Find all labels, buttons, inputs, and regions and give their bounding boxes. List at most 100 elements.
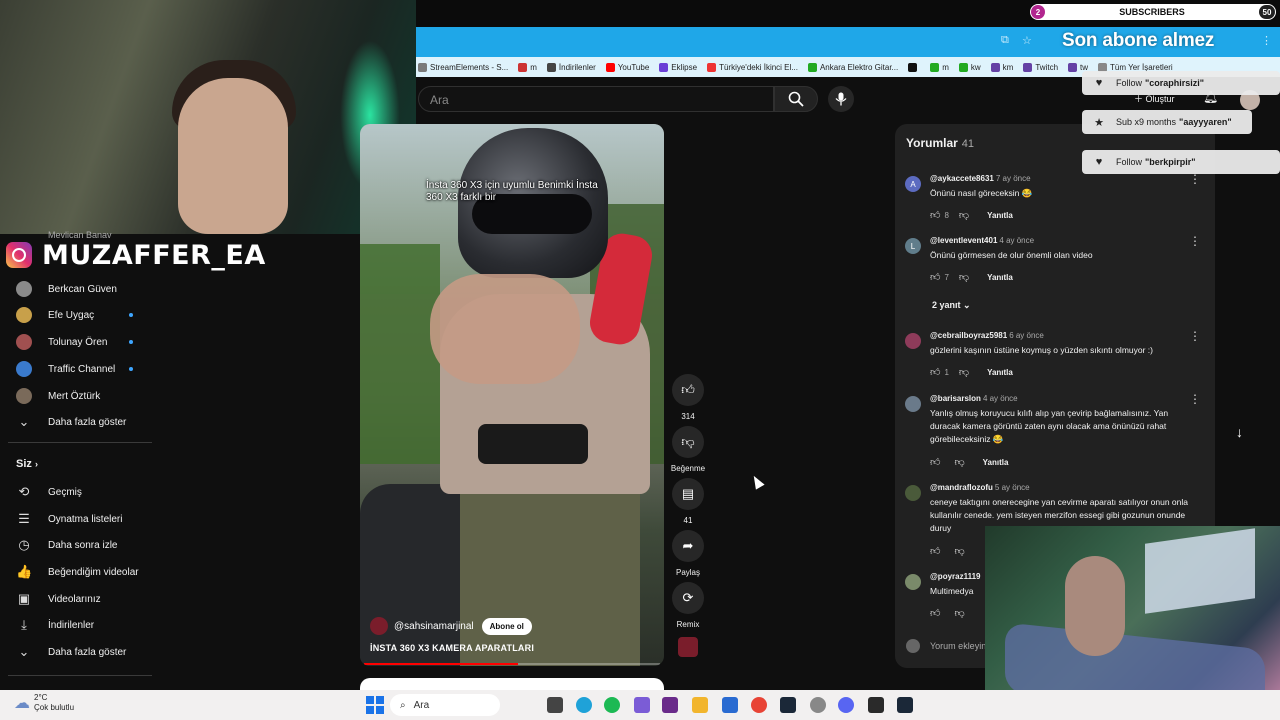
weather-desc: Çok bulutlu: [34, 703, 75, 712]
commenter-avatar[interactable]: [905, 333, 921, 349]
you-section-link[interactable]: Siz ›: [16, 458, 38, 470]
reply-button[interactable]: Yanıtla: [987, 273, 1013, 282]
share-button[interactable]: ➦: [672, 530, 704, 562]
install-icon[interactable]: ⧉: [1001, 34, 1009, 47]
comment-menu-icon[interactable]: ⋮: [1189, 329, 1201, 343]
sidebar-item[interactable]: ⤓ İndirilenler: [16, 612, 156, 638]
commenter-handle[interactable]: @aykaccete8631 7 ay önce: [930, 174, 1031, 183]
subscription-label: Berkcan Güven: [48, 283, 117, 295]
reply-button[interactable]: Yanıtla: [987, 211, 1013, 220]
sidebar-item[interactable]: 👍 Beğendiğim videolar: [16, 559, 156, 585]
view-replies-button[interactable]: 2 yanıt ⌄: [932, 300, 971, 311]
commenter-handle[interactable]: @poyraz1119: [930, 572, 983, 581]
weather-widget[interactable]: ☁ 2°C Çok bulutlu: [14, 693, 74, 713]
sidebar-subscription[interactable]: Tolunay Ören: [16, 329, 156, 355]
app-icon-2[interactable]: [810, 697, 826, 713]
edge-icon[interactable]: [576, 697, 592, 713]
comment-like-icon[interactable]: 👍︎: [930, 366, 940, 378]
sidebar-subscription[interactable]: Berkcan Güven: [16, 276, 156, 302]
comment-dislike-icon[interactable]: 👎︎: [959, 209, 969, 221]
comment-dislike-icon[interactable]: 👎︎: [959, 366, 969, 378]
bookmark-item[interactable]: Twitch: [1023, 62, 1058, 72]
commenter-avatar[interactable]: [905, 396, 921, 412]
dislike-button[interactable]: 👎︎: [672, 426, 704, 458]
bookmark-item[interactable]: Ankara Elektro Gitar...: [807, 62, 898, 72]
comment-menu-icon[interactable]: ⋮: [1189, 172, 1201, 186]
bookmark-item[interactable]: İndirilenler: [546, 62, 596, 72]
sound-thumbnail[interactable]: [678, 637, 698, 657]
steam-icon-2[interactable]: [897, 697, 913, 713]
commenter-handle[interactable]: @mandraflozofu 5 ay önce: [930, 483, 1030, 492]
bookmark-favicon-icon: [990, 62, 1000, 72]
sidebar-item[interactable]: ☰ Oynatma listeleri: [16, 506, 156, 532]
sidebar-item[interactable]: ⟲ Geçmiş: [16, 479, 156, 505]
store-icon[interactable]: [722, 697, 738, 713]
browser-menu-icon[interactable]: ⋮: [1261, 34, 1272, 47]
comment-dislike-icon[interactable]: 👎︎: [954, 607, 964, 619]
bookmark-item[interactable]: km: [990, 62, 1013, 72]
sidebar-item[interactable]: ▣ Videolarınız: [16, 586, 156, 612]
comment-like-icon[interactable]: 👍︎: [930, 456, 940, 468]
reply-button[interactable]: Yanıtla: [987, 368, 1013, 377]
comments-button[interactable]: ▤: [672, 478, 704, 510]
bookmark-item[interactable]: YouTube: [605, 62, 649, 72]
comment-menu-icon[interactable]: ⋮: [1189, 392, 1201, 406]
bookmark-item[interactable]: Eklipse: [659, 62, 697, 72]
comment-dislike-icon[interactable]: 👎︎: [954, 545, 964, 557]
comment-like-icon[interactable]: 👍︎: [930, 545, 940, 557]
like-button[interactable]: 👍︎: [672, 374, 704, 406]
file-explorer-icon[interactable]: [692, 697, 708, 713]
snipping-icon[interactable]: [662, 697, 678, 713]
comment-dislike-icon[interactable]: 👎︎: [959, 271, 969, 283]
channel-name[interactable]: @sahsinamarjinal: [394, 621, 474, 632]
bookmark-item[interactable]: m: [518, 62, 537, 72]
start-button[interactable]: [366, 696, 384, 714]
commenter-avatar[interactable]: A: [905, 176, 921, 192]
bookmark-item[interactable]: [908, 62, 920, 72]
spotify-icon[interactable]: [604, 697, 620, 713]
task-view-icon[interactable]: [547, 697, 563, 713]
comment-like-icon[interactable]: 👍︎: [930, 271, 940, 283]
search-input[interactable]: Ara: [418, 86, 774, 112]
commenter-avatar[interactable]: [905, 485, 921, 501]
bookmark-item[interactable]: kw: [958, 62, 981, 72]
comment-text: Önünü nasıl göreceksin 😂: [930, 188, 1033, 198]
comment-like-icon[interactable]: 👍︎: [930, 607, 940, 619]
sidebar-subscription[interactable]: Mert Öztürk: [16, 383, 156, 409]
sidebar-subscription[interactable]: Efe Uygaç: [16, 302, 156, 328]
bookmark-item[interactable]: StreamElements - S...: [418, 62, 508, 72]
video-title[interactable]: İNSTA 360 X3 KAMERA APARATLARI: [370, 643, 534, 653]
show-more-library[interactable]: ⌄ Daha fazla göster: [16, 639, 156, 665]
remix-button[interactable]: ⟳: [672, 582, 704, 614]
subscribe-button[interactable]: Abone ol: [481, 617, 532, 635]
comment-like-icon[interactable]: 👍︎: [930, 209, 940, 221]
scroll-down-arrow-icon[interactable]: ↓: [1236, 424, 1243, 440]
discord-icon[interactable]: [838, 697, 854, 713]
video-progress-bar[interactable]: [364, 663, 660, 665]
videos-icon: ▣: [17, 591, 31, 606]
chrome-icon[interactable]: [751, 697, 767, 713]
comment-input[interactable]: Yorum ekleyin...: [906, 639, 994, 653]
bookmark-item[interactable]: m: [930, 62, 949, 72]
show-more-subscriptions[interactable]: ⌄ Daha fazla göster: [16, 409, 156, 435]
sidebar-subscription[interactable]: Traffic Channel: [16, 356, 156, 382]
app-icon[interactable]: [634, 697, 650, 713]
commenter-handle[interactable]: @barisarslon 4 ay önce: [930, 394, 1018, 403]
search-button[interactable]: [774, 86, 818, 112]
comment-dislike-icon[interactable]: 👎︎: [954, 456, 964, 468]
reply-button[interactable]: Yanıtla: [983, 458, 1009, 467]
commenter-handle[interactable]: @leventlevent401 4 ay önce: [930, 236, 1034, 245]
commenter-avatar[interactable]: L: [905, 238, 921, 254]
commenter-avatar[interactable]: [905, 574, 921, 590]
bookmark-item[interactable]: Türkiye'deki İkinci El...: [707, 62, 798, 72]
sidebar-item[interactable]: ◷ Daha sonra izle: [16, 532, 156, 558]
steam-icon[interactable]: [780, 697, 796, 713]
comment-menu-icon[interactable]: ⋮: [1189, 234, 1201, 248]
bookmark-star-icon[interactable]: ☆: [1022, 34, 1032, 47]
commenter-handle[interactable]: @cebrailboyraz5981 6 ay önce: [930, 331, 1044, 340]
voice-search-button[interactable]: [828, 86, 854, 112]
epic-games-icon[interactable]: [868, 697, 884, 713]
channel-avatar[interactable]: [370, 617, 388, 635]
taskbar-search[interactable]: ⌕ Ara: [390, 694, 500, 716]
shorts-video-player[interactable]: İnsta 360 X3 için uyumlu Benimki İnsta 3…: [360, 124, 664, 666]
